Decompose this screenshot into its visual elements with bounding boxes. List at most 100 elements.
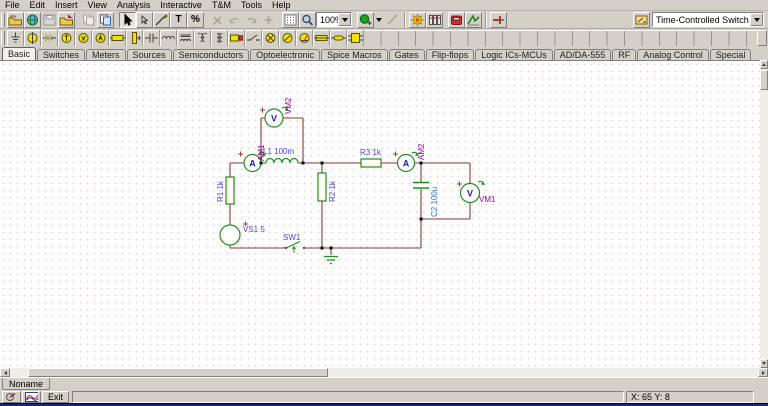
toolbar-end-button[interactable] xyxy=(757,30,767,46)
tab-spice-macros[interactable]: Spice Macros xyxy=(321,49,388,60)
tab-meters[interactable]: Meters xyxy=(86,49,126,60)
folder-export-button[interactable] xyxy=(58,12,75,28)
tab-semiconductors[interactable]: Semiconductors xyxy=(173,49,250,60)
open-web-button[interactable] xyxy=(24,12,41,28)
zoom-level-combobox[interactable]: 100% xyxy=(316,12,352,27)
analysis-button[interactable] xyxy=(409,12,426,28)
switch-button[interactable] xyxy=(245,30,262,46)
menu-help[interactable]: Help xyxy=(267,0,296,10)
interactive-mode-combobox[interactable]: Time-Controlled Switch xyxy=(652,12,764,27)
grid-toggle-button[interactable] xyxy=(282,12,299,28)
scroll-right-button[interactable] xyxy=(758,368,768,377)
component-l1-inductor[interactable]: L1 100m xyxy=(263,147,298,163)
battery-button[interactable] xyxy=(41,30,58,46)
undo-button[interactable] xyxy=(226,12,243,28)
open-button[interactable] xyxy=(7,12,24,28)
toolbar-drag-handle[interactable] xyxy=(1,31,5,45)
tab-basic[interactable]: Basic xyxy=(2,47,36,60)
component-am1-ammeter[interactable]: A AM1 xyxy=(238,144,266,172)
current-generator-button[interactable] xyxy=(92,30,109,46)
component-vm2-voltmeter[interactable]: V VM2 xyxy=(260,97,293,127)
component-r1-resistor[interactable]: R1 1k xyxy=(216,177,234,204)
voltage-generator-button[interactable] xyxy=(75,30,92,46)
meter-button[interactable] xyxy=(296,30,313,46)
zoom-level-dropdown[interactable] xyxy=(338,13,351,26)
multimeter-button[interactable] xyxy=(448,12,465,28)
scroll-down-button[interactable] xyxy=(760,359,768,368)
voltage-source-button[interactable] xyxy=(24,30,41,46)
select-tool-button[interactable] xyxy=(119,12,136,28)
diagram-window-button[interactable] xyxy=(22,391,41,403)
menu-tools[interactable]: Tools xyxy=(236,0,267,10)
toolbar-drag-handle[interactable] xyxy=(1,13,5,27)
horizontal-scroll-thumb[interactable] xyxy=(28,368,328,377)
move-button[interactable] xyxy=(260,12,277,28)
component-vm1-voltmeter[interactable]: V VM1 xyxy=(457,181,496,204)
wire-tool-button[interactable] xyxy=(153,12,170,28)
ground-button[interactable] xyxy=(7,30,24,46)
schematic-canvas[interactable]: V VM2 A AM1 L1 100m xyxy=(0,60,760,368)
tab-sources[interactable]: Sources xyxy=(127,49,172,60)
tab-analog-control[interactable]: Analog Control xyxy=(637,49,709,60)
power-switch-button[interactable] xyxy=(2,391,21,403)
tab-ad-da-555[interactable]: AD/DA-555 xyxy=(554,49,612,60)
interactive-mode-dropdown[interactable] xyxy=(750,13,763,26)
exit-button[interactable]: Exit xyxy=(42,391,69,403)
ideal-transformer-button[interactable] xyxy=(211,30,228,46)
menu-file[interactable]: File xyxy=(0,0,25,10)
tab-gates[interactable]: Gates xyxy=(389,49,425,60)
scroll-up-button[interactable] xyxy=(760,60,768,69)
subcircuit-button[interactable] xyxy=(347,30,364,46)
connector-button[interactable] xyxy=(330,30,347,46)
scroll-left-button[interactable] xyxy=(0,368,10,377)
component-vs1-voltage-source[interactable]: VS1 5 xyxy=(220,222,265,246)
transformer-button[interactable] xyxy=(177,30,194,46)
inductor-button[interactable] xyxy=(160,30,177,46)
tab-optoelectronic[interactable]: Optoelectronic xyxy=(250,49,320,60)
menu-insert[interactable]: Insert xyxy=(50,0,83,10)
relay-button[interactable] xyxy=(228,30,245,46)
menu-analysis[interactable]: Analysis xyxy=(112,0,156,10)
mode-icon-button[interactable] xyxy=(633,12,650,28)
probe-tool-button[interactable] xyxy=(384,12,401,28)
lamp-button[interactable] xyxy=(262,30,279,46)
text-tool-button[interactable]: T xyxy=(170,12,187,28)
resistor-button[interactable] xyxy=(109,30,126,46)
save-button[interactable] xyxy=(41,12,58,28)
fuse-button[interactable] xyxy=(313,30,330,46)
component-r2-resistor[interactable]: R2 1k xyxy=(318,173,337,202)
vertical-scrollbar[interactable] xyxy=(760,60,768,368)
tab-flip-flops[interactable]: Flip-flops xyxy=(426,49,475,60)
menu-interactive[interactable]: Interactive xyxy=(155,0,207,10)
tab-rf[interactable]: RF xyxy=(612,49,636,60)
coupled-inductors-button[interactable] xyxy=(194,30,211,46)
oscilloscope-button[interactable] xyxy=(426,12,443,28)
potentiometer-button[interactable] xyxy=(126,30,143,46)
menu-edit[interactable]: Edit xyxy=(25,0,51,10)
dc-source-dropdown[interactable] xyxy=(374,12,384,28)
horizontal-scrollbar[interactable] xyxy=(0,368,768,377)
component-c2-capacitor[interactable]: C2 100u xyxy=(413,183,439,218)
current-source-button[interactable] xyxy=(58,30,75,46)
zoom-tool-button[interactable] xyxy=(299,12,316,28)
tab-switches[interactable]: Switches xyxy=(37,49,85,60)
component-r3-resistor[interactable]: R3 1k xyxy=(360,148,382,167)
cursor-alt-tool-button[interactable] xyxy=(136,12,153,28)
interactive-switch-button[interactable] xyxy=(490,12,507,28)
tab-logic-ics-mcus[interactable]: Logic ICs-MCUs xyxy=(475,49,553,60)
percent-tool-button[interactable]: % xyxy=(187,12,204,28)
document-tab-noname[interactable]: Noname xyxy=(2,378,50,390)
vertical-scroll-thumb[interactable] xyxy=(760,70,768,90)
capacitor-button[interactable] xyxy=(143,30,160,46)
redo-button[interactable] xyxy=(243,12,260,28)
delete-button[interactable] xyxy=(209,12,226,28)
dc-source-button[interactable] xyxy=(357,12,374,28)
motor-button[interactable] xyxy=(279,30,296,46)
component-sw1-switch[interactable]: SW1 xyxy=(283,233,305,253)
paste-button[interactable] xyxy=(97,12,114,28)
copy-button[interactable] xyxy=(80,12,97,28)
menu-tm[interactable]: T&M xyxy=(207,0,236,10)
wires[interactable] xyxy=(230,118,470,255)
signal-analyzer-button[interactable] xyxy=(465,12,482,28)
tab-special[interactable]: Special xyxy=(710,49,752,60)
